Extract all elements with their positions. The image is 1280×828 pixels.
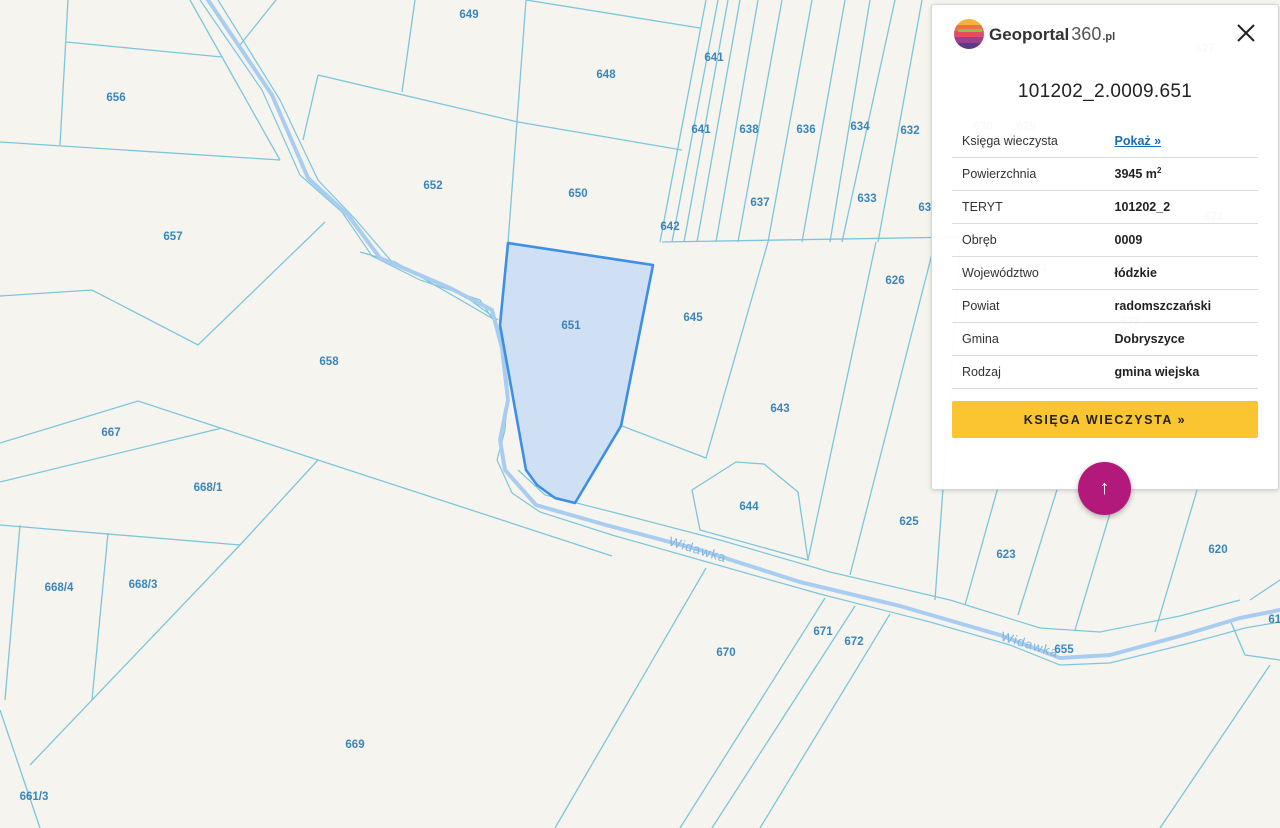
row-label: Rodzaj	[952, 355, 1105, 389]
row-value: gmina wiejska	[1104, 355, 1258, 389]
row-label: Powierzchnia	[952, 157, 1105, 191]
parcel-label[interactable]: 636	[796, 124, 815, 136]
land-register-button[interactable]: KSIĘGA WIECZYSTA »	[952, 401, 1258, 438]
parcel-label[interactable]: 633	[857, 193, 876, 205]
parcel-label[interactable]: 669	[345, 739, 364, 751]
parcel-label[interactable]: 656	[106, 92, 125, 104]
parcel-label[interactable]: 651	[561, 320, 581, 332]
logo-brand: Geoportal	[989, 24, 1070, 44]
parcel-label[interactable]: 668/3	[129, 579, 158, 591]
parcel-label[interactable]: 649	[459, 9, 478, 21]
parcel-label[interactable]: 637	[750, 197, 769, 209]
row-label: Gmina	[952, 322, 1105, 356]
show-land-register-link[interactable]: Pokaż »	[1115, 134, 1162, 148]
river-label: Widawka	[999, 629, 1061, 661]
parcel-label[interactable]: 642	[660, 221, 679, 233]
row-label: TERYT	[952, 190, 1105, 224]
parcel-label[interactable]: 645	[683, 312, 703, 324]
parcel-label[interactable]: 655	[1054, 644, 1074, 656]
row-value: 101202_2	[1104, 190, 1258, 224]
parcel-label[interactable]: 652	[423, 180, 442, 192]
parcel-label[interactable]: 667	[101, 427, 120, 439]
parcel-label[interactable]: 638	[739, 124, 759, 136]
geoportal-logo[interactable]: Geoportal 360.pl	[954, 17, 1115, 51]
parcel-label[interactable]: 650	[568, 188, 587, 200]
parcel-label[interactable]: 620	[1208, 544, 1227, 556]
parcel-info-panel: Geoportal 360.pl 101202_2.0009.651 Księga…	[931, 4, 1279, 490]
row-label: Powiat	[952, 289, 1105, 323]
row-label: Obręb	[952, 223, 1105, 257]
table-row: Powierzchnia 3945 m2	[952, 157, 1258, 191]
parcel-label[interactable]: 658	[319, 356, 339, 368]
row-label: Województwo	[952, 256, 1105, 290]
area-value: 3945 m	[1114, 167, 1157, 182]
parcel-label[interactable]: 672	[844, 636, 863, 648]
parcel-label[interactable]: 641	[691, 124, 711, 136]
arrow-up-icon[interactable]: ↑	[1078, 462, 1131, 515]
table-row: Gmina Dobryszyce	[952, 322, 1258, 356]
parcel-label[interactable]: 661/3	[20, 791, 49, 803]
row-value: łódzkie	[1104, 256, 1258, 290]
logo-tld: .pl	[1102, 30, 1116, 43]
parcel-label[interactable]: 670	[716, 647, 735, 659]
table-row: Księga wieczysta Pokaż »	[952, 125, 1258, 158]
parcel-label[interactable]: 625	[899, 516, 919, 528]
area-unit-exponent: 2	[1156, 166, 1162, 176]
parcel-label[interactable]: 643	[770, 403, 789, 415]
parcel-info-table: Księga wieczysta Pokaż » Powierzchnia 39…	[952, 125, 1258, 389]
parcel-label[interactable]: 668/4	[45, 582, 74, 594]
table-row: Powiat radomszczański	[952, 289, 1258, 323]
parcel-label[interactable]: 626	[885, 275, 904, 287]
parcel-label[interactable]: 657	[163, 231, 182, 243]
row-label: Księga wieczysta	[952, 125, 1105, 158]
parcel-id-title: 101202_2.0009.651	[1017, 81, 1193, 102]
parcel-label[interactable]: 634	[850, 121, 870, 133]
parcel-label[interactable]: 619	[1268, 614, 1280, 626]
row-value: 0009	[1104, 223, 1258, 257]
parcel-label[interactable]: 632	[900, 125, 919, 137]
row-value: 3945 m2	[1104, 157, 1258, 191]
parcel-label[interactable]: 644	[739, 501, 759, 513]
parcel-label[interactable]: 648	[596, 69, 616, 81]
table-row: Obręb 0009	[952, 223, 1258, 257]
row-value: radomszczański	[1104, 289, 1258, 323]
parcel-label[interactable]: 641	[704, 52, 724, 64]
table-row: Rodzaj gmina wiejska	[952, 355, 1258, 389]
river-label: Widawka	[667, 534, 729, 566]
table-row: TERYT 101202_2	[952, 190, 1258, 224]
parcel-label[interactable]: 671	[813, 626, 833, 638]
row-value: Dobryszyce	[1104, 322, 1258, 356]
selected-parcel-651[interactable]	[498, 241, 655, 505]
logo-icon	[954, 19, 984, 49]
table-row: Województwo łódzkie	[952, 256, 1258, 290]
logo-number: 360	[1071, 23, 1102, 44]
close-icon[interactable]	[1234, 21, 1258, 45]
parcel-label[interactable]: 668/1	[194, 482, 223, 494]
parcel-label[interactable]: 623	[996, 549, 1015, 561]
